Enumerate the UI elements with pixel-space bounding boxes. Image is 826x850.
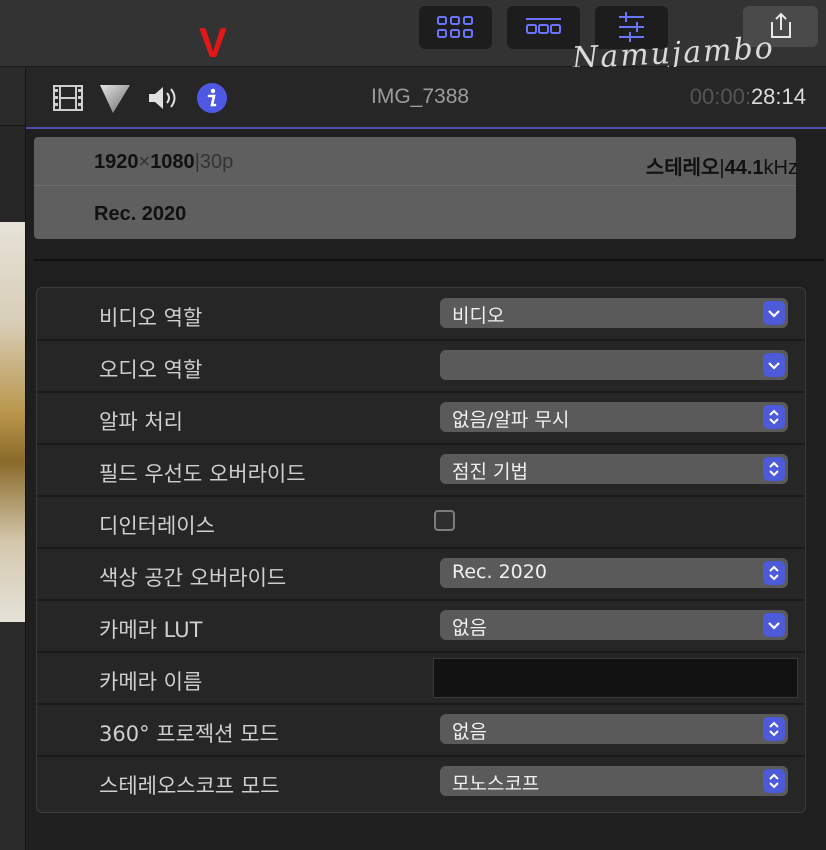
header-accent-line — [26, 127, 826, 129]
up-down-chevron-icon — [763, 457, 785, 481]
field-dominance-label: 필드 우선도 오버라이드 — [99, 462, 306, 486]
alpha-handling-popup[interactable]: 없음/알파 무시 — [440, 402, 788, 432]
video-role-dropdown[interactable]: 비디오 — [440, 298, 788, 328]
clip-name: IMG_7388 — [371, 85, 470, 108]
field-dominance-popup[interactable]: 점진 기법 — [440, 454, 788, 484]
alpha-handling-value: 없음/알파 무시 — [452, 409, 570, 431]
color-space-override-value: Rec. 2020 — [452, 561, 547, 583]
audio-rate-unit: kHz — [763, 157, 798, 179]
chevron-down-icon — [763, 353, 785, 377]
viewer-toolbar-edge — [0, 125, 25, 222]
row-camera-lut: 카메라 LUT 없음 — [37, 600, 805, 653]
viewer-edge — [0, 67, 26, 850]
format-row: 1920×1080|30p 스테레오|44.1kHz — [34, 137, 798, 186]
chevron-down-icon — [763, 613, 785, 637]
film-icon[interactable] — [52, 83, 84, 113]
row-alpha-handling: 알파 처리 없음/알파 무시 — [37, 392, 805, 445]
stereoscopic-mode-popup[interactable]: 모노스코프 — [440, 766, 788, 796]
browser-grid-icon — [437, 16, 473, 38]
timecode-value: 28:14 — [750, 84, 806, 109]
projection-mode-label: 360° 프로젝션 모드 — [99, 722, 279, 746]
color-space-override-label: 색상 공간 오버라이드 — [99, 566, 287, 590]
projection-mode-value: 없음 — [452, 721, 487, 743]
camera-name-field[interactable] — [433, 658, 798, 698]
audio-role-dropdown[interactable] — [440, 350, 788, 380]
up-down-chevron-icon — [763, 769, 785, 793]
chevron-down-icon — [763, 301, 785, 325]
video-role-value: 비디오 — [452, 305, 505, 327]
camera-lut-label: 카메라 LUT — [99, 618, 203, 642]
audio-role-label: 오디오 역할 — [99, 358, 203, 382]
browser-grid-button[interactable] — [419, 6, 492, 49]
viewer-image-edge — [0, 222, 25, 622]
color-space-summary: Rec. 2020 — [94, 203, 187, 225]
deinterlace-checkbox[interactable] — [434, 510, 455, 531]
resolution-height: 1080 — [150, 151, 195, 173]
video-role-label: 비디오 역할 — [99, 306, 203, 330]
color-triangle-icon[interactable] — [98, 83, 132, 115]
row-camera-name: 카메라 이름 — [37, 652, 805, 705]
timecode-leading: 00:00: — [689, 84, 751, 109]
video-format: 1920×1080|30p — [94, 151, 233, 174]
clip-duration: 00:00:28:14 — [690, 84, 806, 110]
up-down-chevron-icon — [763, 405, 785, 429]
stereoscopic-mode-value: 모노스코프 — [452, 773, 540, 795]
settings-table: 비디오 역할 비디오 오디오 역할 알파 처리 없음/알파 무시 필드 우선도 … — [36, 287, 806, 813]
row-360-projection: 360° 프로젝션 모드 없음 — [37, 704, 805, 757]
timeline-view-icon — [526, 18, 561, 34]
audio-format: 스테레오|44.1kHz — [646, 151, 798, 180]
row-stereoscopic: 스테레오스코프 모드 모노스코프 — [37, 756, 805, 807]
camera-name-label: 카메라 이름 — [99, 670, 203, 694]
up-down-chevron-icon — [763, 717, 785, 741]
info-icon[interactable] — [196, 82, 228, 114]
deinterlace-label: 디인터레이스 — [99, 514, 215, 538]
row-video-role: 비디오 역할 비디오 — [37, 288, 805, 341]
row-field-dominance: 필드 우선도 오버라이드 점진 기법 — [37, 444, 805, 497]
field-dominance-value: 점진 기법 — [452, 461, 528, 483]
camera-lut-value: 없음 — [452, 617, 487, 639]
section-divider — [34, 259, 824, 261]
stereoscopic-mode-label: 스테레오스코프 모드 — [99, 774, 280, 798]
annotation-v-top: V — [199, 19, 228, 66]
clip-info-summary: 1920×1080|30p 스테레오|44.1kHz Rec. 2020 — [34, 137, 798, 239]
row-deinterlace: 디인터레이스 — [37, 496, 805, 549]
resolution-width: 1920 — [94, 151, 139, 173]
timeline-view-button[interactable] — [507, 6, 580, 49]
frame-rate: 30p — [199, 151, 234, 173]
row-audio-role: 오디오 역할 — [37, 340, 805, 393]
inspector-header: IMG_7388 00:00:28:14 — [26, 67, 826, 129]
color-space-override-popup[interactable]: Rec. 2020 — [440, 558, 788, 588]
audio-rate-number: 44.1 — [724, 157, 764, 179]
camera-lut-dropdown[interactable]: 없음 — [440, 610, 788, 640]
projection-mode-popup[interactable]: 없음 — [440, 714, 788, 744]
up-down-chevron-icon — [763, 561, 785, 585]
speaker-icon[interactable] — [146, 83, 180, 113]
row-color-space-override: 색상 공간 오버라이드 Rec. 2020 — [37, 548, 805, 601]
audio-channels: 스테레오 — [645, 157, 720, 179]
resolution-x: × — [138, 151, 151, 173]
alpha-handling-label: 알파 처리 — [99, 410, 183, 434]
